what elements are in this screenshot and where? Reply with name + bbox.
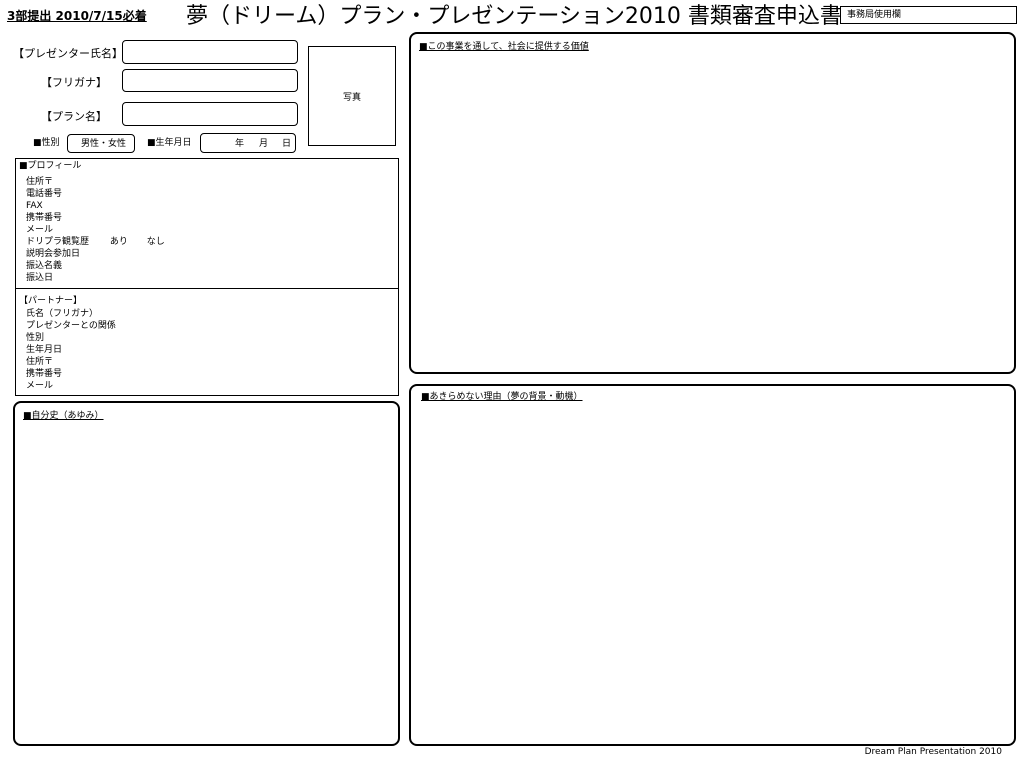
birthdate-label: ■生年月日 [147,138,192,148]
office-use-label: 事務局使用欄 [847,10,902,20]
furigana-field[interactable] [122,69,298,92]
profile-title: ■プロフィール [19,161,82,171]
partner-list: 氏名（フリガナ） プレゼンターとの関係 性別 生年月日 住所〒 携帯番号 メール [26,308,116,392]
partner-item-address: 住所〒 [26,357,54,367]
furigana-label: 【フリガナ】 [41,76,107,89]
plan-name-label: 【プラン名】 [41,110,107,123]
profile-divider [16,288,398,289]
reason-section[interactable]: ■あきらめない理由（夢の背景・動機） [409,384,1016,746]
office-use-box: 事務局使用欄 [840,6,1017,24]
profile-item-fax: FAX [26,201,43,211]
profile-item-transfer-name: 振込名義 [26,261,63,271]
partner-item-email: メール [26,381,54,391]
profile-item-briefing-date: 説明会参加日 [26,249,81,259]
gender-field[interactable]: 男性・女性 [67,134,135,153]
plan-name-field[interactable] [122,102,298,126]
profile-item-address: 住所〒 [26,177,54,187]
value-section[interactable]: ■この事業を通して、社会に提供する価値 [409,32,1016,374]
profile-item-phone: 電話番号 [26,189,63,199]
birthdate-field[interactable]: 年 月 日 [200,133,296,153]
birthdate-day: 日 [282,139,292,149]
history-title: ■自分史（あゆみ） [23,411,104,421]
gender-value: 男性・女性 [81,139,127,149]
profile-section: ■プロフィール 住所〒 電話番号 FAX 携帯番号 メール ドリプラ観覧歴 あり… [15,158,399,396]
history-section[interactable]: ■自分史（あゆみ） [13,401,400,746]
value-title: ■この事業を通して、社会に提供する価値 [419,42,589,52]
profile-item-email: メール [26,225,54,235]
attendance-label: ドリプラ観覧歴 [26,237,90,247]
partner-item-birthdate: 生年月日 [26,345,63,355]
profile-item-attendance: ドリプラ観覧歴 あり なし [26,236,165,248]
photo-box[interactable]: 写真 [308,46,396,146]
page-title: 夢（ドリーム）プラン・プレゼンテーション2010 書類審査申込書 [186,4,842,29]
partner-item-relation: プレゼンターとの関係 [26,321,116,331]
presenter-name-label: 【プレゼンター氏名】 [13,47,123,60]
presenter-name-field[interactable] [122,40,298,64]
footer-text: Dream Plan Presentation 2010 [864,747,1002,757]
birthdate-year: 年 [235,139,245,149]
profile-item-transfer-date: 振込日 [26,273,54,283]
partner-title: 【パートナー】 [19,296,83,306]
partner-item-gender: 性別 [26,333,45,343]
attendance-yes: あり [109,237,128,247]
gender-label: ■性別 [33,138,60,148]
attendance-no: なし [146,237,165,247]
profile-item-mobile: 携帯番号 [26,213,63,223]
profile-list: 住所〒 電話番号 FAX 携帯番号 メール ドリプラ観覧歴 あり なし 説明会参… [26,176,165,284]
deadline-note: 3部提出 2010/7/15必着 [7,9,147,23]
partner-item-name: 氏名（フリガナ） [26,309,99,319]
birthdate-month: 月 [259,139,269,149]
partner-item-mobile: 携帯番号 [26,369,63,379]
photo-label: 写真 [343,93,362,103]
reason-title: ■あきらめない理由（夢の背景・動機） [421,392,583,402]
